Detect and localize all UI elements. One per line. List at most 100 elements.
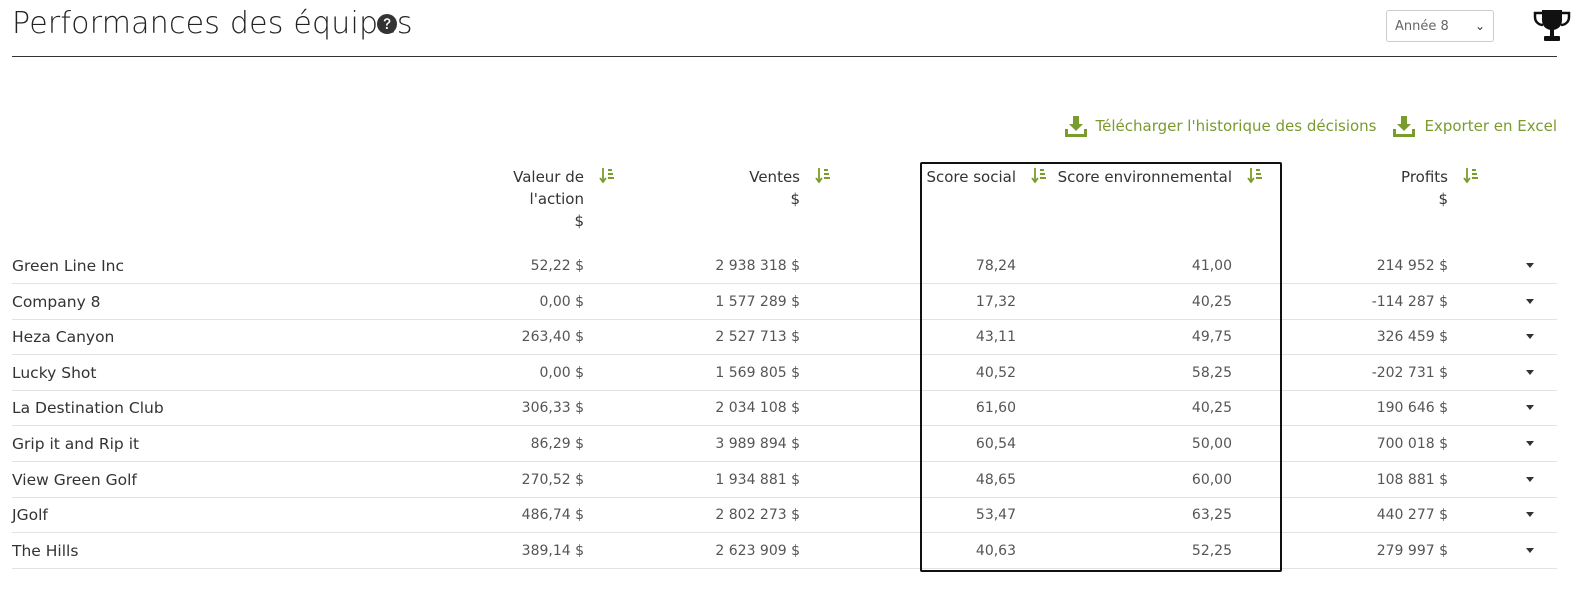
help-icon[interactable]: [376, 13, 398, 35]
caret-down-icon[interactable]: [1526, 441, 1534, 446]
table-row[interactable]: La Destination Club 306,33 $ 2 034 108 $ 61…: [12, 390, 1557, 427]
page-header: Performances des équipes Année 8 ⌄: [12, 0, 1571, 57]
team-name: JGolf: [12, 506, 48, 525]
caret-down-icon[interactable]: [1526, 547, 1534, 553]
cell-env: 40,25: [1191, 400, 1232, 417]
caret-down-icon[interactable]: [1526, 263, 1534, 268]
table-row[interactable]: The Hills 389,14 $ 2 623 909 $ 40,63 52,25 27…: [12, 533, 1557, 569]
caret-down-icon[interactable]: [1526, 476, 1534, 482]
cell-share: 389,14 $: [521, 542, 584, 559]
page-title: Performances des équipes: [12, 6, 413, 41]
team-name: La Destination Club: [12, 399, 164, 418]
column-header-profits: Profits $: [1401, 166, 1448, 210]
cell-env: 63,25: [1191, 507, 1232, 524]
team-name: Heza Canyon: [12, 328, 115, 347]
year-select[interactable]: Année 8 ⌄: [1386, 10, 1494, 42]
cell-social: 53,47: [975, 507, 1016, 524]
column-header-line: Score environnemental: [1057, 168, 1232, 186]
cell-profits: -202 731 $: [1371, 364, 1448, 381]
cell-social: 43,11: [975, 329, 1016, 346]
cell-profits: 440 277 $: [1376, 507, 1448, 524]
cell-sales: 2 034 108 $: [715, 400, 800, 417]
column-header-share-value: Valeur de l'action $: [513, 166, 584, 232]
cell-social: 78,24: [975, 258, 1016, 274]
sort-icon[interactable]: [815, 167, 831, 185]
cell-share: 52,22 $: [530, 258, 584, 274]
cell-env: 50,00: [1191, 436, 1232, 452]
column-header-line: l'action: [529, 190, 584, 208]
download-icon: [1064, 116, 1087, 137]
table-row[interactable]: Lucky Shot 0,00 $ 1 569 805 $ 40,52 58,25 -20…: [12, 355, 1557, 391]
trophy-icon[interactable]: [1532, 8, 1572, 44]
cell-sales: 3 989 894 $: [715, 436, 800, 452]
sort-icon[interactable]: [1031, 167, 1047, 185]
cell-social: 48,65: [975, 471, 1016, 488]
cell-env: 49,75: [1191, 329, 1232, 346]
cell-env: 41,00: [1191, 258, 1232, 274]
table-row[interactable]: Green Line Inc 52,22 $ 2 938 318 $ 78,24 41,…: [12, 248, 1557, 284]
cell-share: 0,00 $: [539, 364, 584, 381]
cell-profits: 700 018 $: [1376, 436, 1448, 452]
cell-env: 58,25: [1191, 364, 1232, 381]
column-header-unit: $: [790, 190, 800, 208]
cell-social: 61,60: [975, 400, 1016, 417]
caret-down-icon[interactable]: [1526, 369, 1534, 375]
cell-sales: 1 577 289 $: [715, 293, 800, 310]
column-header-line: Profits: [1401, 168, 1448, 186]
cell-profits: 214 952 $: [1376, 258, 1448, 274]
cell-share: 0,00 $: [539, 293, 584, 310]
export-excel-link[interactable]: Exporter en Excel: [1392, 114, 1557, 138]
cell-share: 270,52 $: [521, 471, 584, 488]
cell-share: 486,74 $: [521, 507, 584, 524]
team-name: Lucky Shot: [12, 363, 97, 382]
caret-down-icon[interactable]: [1526, 334, 1534, 340]
sort-icon[interactable]: [1247, 167, 1263, 185]
table-row[interactable]: View Green Golf 270,52 $ 1 934 881 $ 48,65 6…: [12, 462, 1557, 498]
team-name: Grip it and Rip it: [12, 435, 140, 453]
caret-down-icon[interactable]: [1526, 298, 1534, 304]
cell-share: 263,40 $: [521, 329, 584, 346]
table-row[interactable]: Company 8 0,00 $ 1 577 289 $ 17,32 40,25 -114…: [12, 284, 1557, 320]
column-header-line: Valeur de: [513, 168, 584, 186]
table-actions: Télécharger l'historique des décisions E…: [1048, 112, 1557, 140]
team-name: View Green Golf: [12, 470, 137, 489]
cell-env: 52,25: [1191, 542, 1232, 559]
caret-down-icon[interactable]: [1526, 512, 1534, 518]
cell-profits: 326 459 $: [1376, 329, 1448, 346]
chevron-down-icon: ⌄: [1474, 19, 1485, 33]
cell-profits: -114 287 $: [1371, 293, 1448, 310]
table-row[interactable]: Heza Canyon 263,40 $ 2 527 713 $ 43,11 49,75…: [12, 319, 1557, 356]
cell-profits: 108 881 $: [1376, 471, 1448, 488]
column-header-unit: $: [574, 212, 584, 230]
cell-social: 40,52: [975, 364, 1016, 381]
table-row[interactable]: Grip it and Rip it 86,29 $ 3 989 894 $ 60,5…: [12, 426, 1557, 462]
cell-env: 60,00: [1191, 471, 1232, 488]
column-header-line: Ventes: [749, 168, 800, 186]
caret-down-icon[interactable]: [1526, 405, 1534, 411]
column-header-unit: $: [1438, 190, 1448, 208]
column-header-sales: Ventes $: [749, 166, 800, 210]
team-name: Green Line Inc: [12, 257, 125, 275]
sort-icon[interactable]: [599, 167, 615, 185]
cell-profits: 279 997 $: [1376, 542, 1448, 559]
download-icon: [1393, 116, 1416, 137]
sort-icon[interactable]: [1463, 167, 1479, 185]
column-header-social-score: Score social: [926, 166, 1016, 188]
download-history-link[interactable]: Télécharger l'historique des décisions: [1064, 114, 1377, 138]
cell-sales: 2 527 713 $: [715, 329, 800, 346]
cell-social: 40,63: [975, 542, 1016, 559]
team-name: Company 8: [12, 292, 101, 311]
cell-sales: 2 623 909 $: [715, 542, 800, 559]
cell-sales: 2 938 318 $: [715, 258, 800, 274]
year-select-value: Année 8: [1395, 18, 1449, 34]
cell-sales: 2 802 273 $: [715, 507, 800, 524]
column-header-env-score: Score environnemental: [1058, 166, 1232, 188]
cell-share: 306,33 $: [521, 400, 584, 417]
export-excel-label: Exporter en Excel: [1424, 117, 1557, 135]
cell-profits: 190 646 $: [1376, 400, 1448, 417]
table-row[interactable]: JGolf 486,74 $ 2 802 273 $ 53,47 63,25 440 27…: [12, 497, 1557, 534]
download-history-label: Télécharger l'historique des décisions: [1095, 117, 1377, 135]
cell-social: 17,32: [975, 293, 1016, 310]
cell-sales: 1 934 881 $: [715, 471, 800, 488]
column-header-line: Score social: [926, 168, 1016, 186]
